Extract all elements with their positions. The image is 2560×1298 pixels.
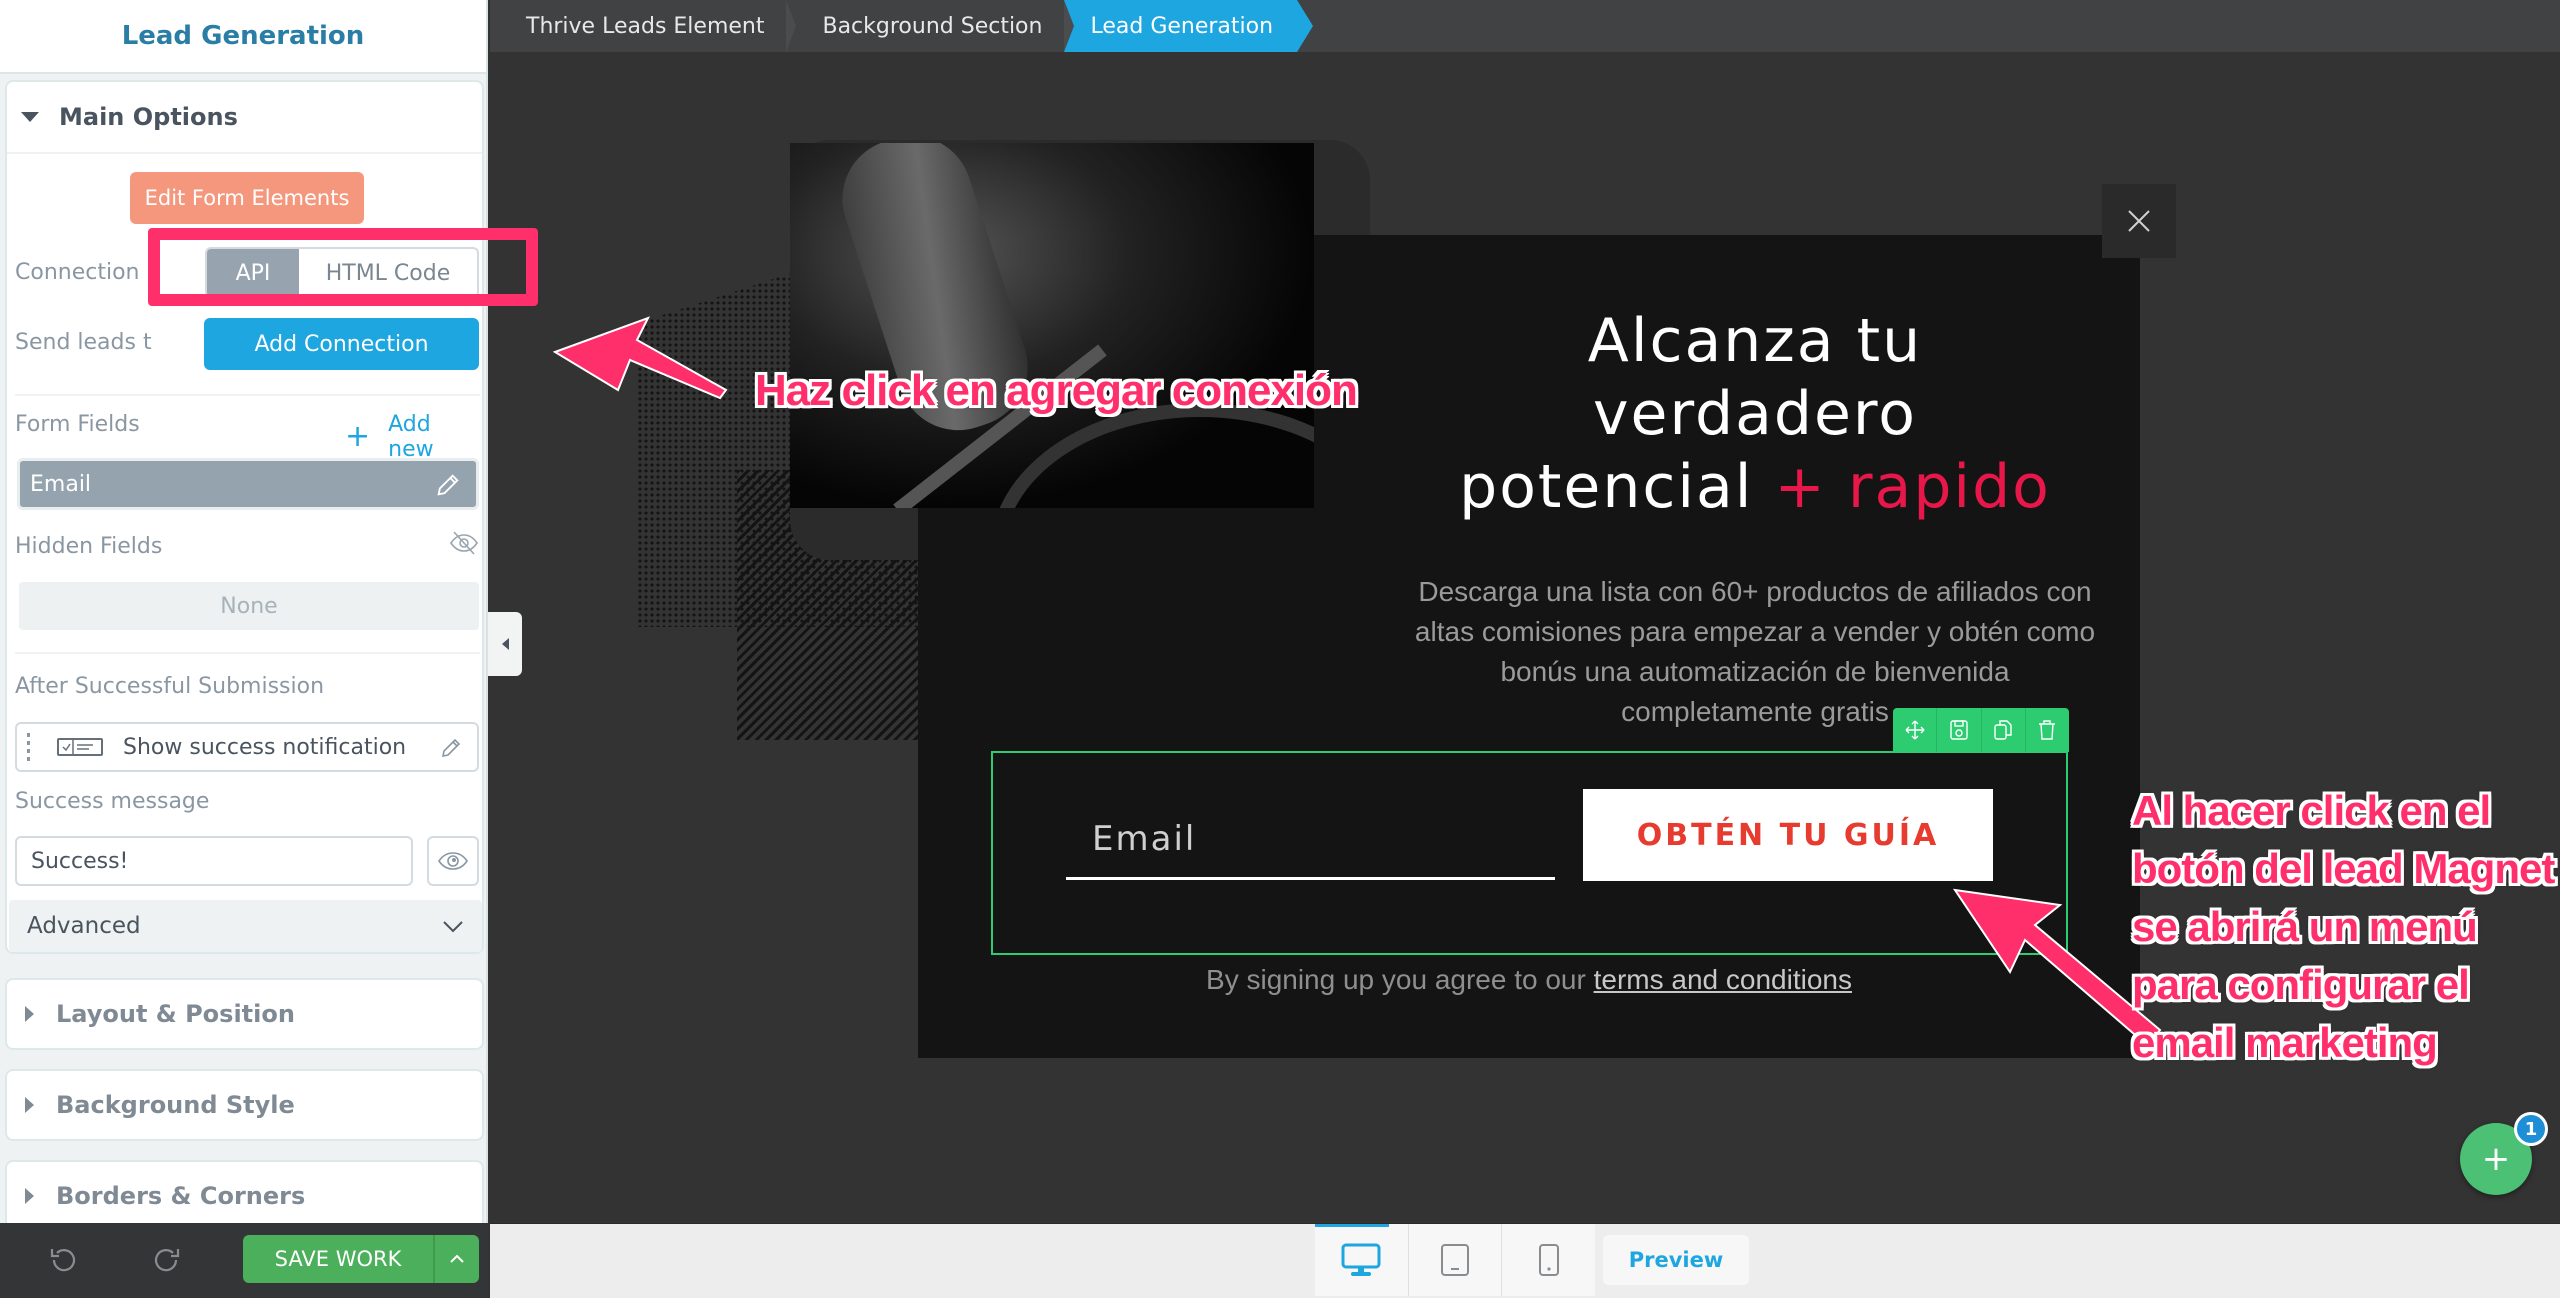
hidden-fields-empty: None bbox=[19, 582, 479, 630]
main-options-title: Main Options bbox=[59, 103, 238, 131]
close-popup-button[interactable] bbox=[2102, 184, 2176, 258]
highlight-fill bbox=[167, 322, 204, 376]
section-layout-position[interactable]: Layout & Position bbox=[5, 978, 484, 1050]
advanced-label: Advanced bbox=[27, 913, 141, 939]
redo-icon[interactable] bbox=[152, 1245, 182, 1279]
edit-form-elements-button[interactable]: Edit Form Elements bbox=[130, 172, 364, 224]
desktop-icon bbox=[1341, 1243, 1381, 1276]
chevron-down-icon bbox=[442, 914, 464, 940]
after-submission-label: After Successful Submission bbox=[15, 674, 325, 699]
after-submission-action-label: Show success notification bbox=[123, 734, 407, 760]
add-new-label: Add new bbox=[388, 412, 434, 462]
edit-pencil-icon[interactable] bbox=[439, 736, 463, 764]
form-fields-label: Form Fields bbox=[15, 412, 140, 437]
email-input[interactable]: Email bbox=[1066, 800, 1555, 880]
collapse-sidebar-handle[interactable] bbox=[488, 612, 522, 676]
save-template-icon[interactable] bbox=[1937, 708, 1982, 752]
drag-handle-icon[interactable] bbox=[27, 733, 31, 761]
app-root: Lead Generation Main Options Edit Form E… bbox=[0, 0, 2560, 1298]
divider bbox=[15, 394, 480, 396]
eye-icon bbox=[438, 852, 468, 870]
annotation-add-connection: Haz click en agregar conexión bbox=[755, 366, 1358, 415]
main-options-header[interactable]: Main Options bbox=[7, 82, 482, 154]
preview-eye-button[interactable] bbox=[427, 836, 479, 886]
section-background-style[interactable]: Background Style bbox=[5, 1069, 484, 1141]
notification-badge: 1 bbox=[2514, 1112, 2548, 1146]
success-message-input[interactable]: Success! bbox=[15, 836, 413, 886]
move-icon[interactable] bbox=[1893, 708, 1938, 752]
eye-slash-icon[interactable] bbox=[449, 530, 479, 560]
section-title: Background Style bbox=[56, 1091, 295, 1119]
undo-icon[interactable] bbox=[48, 1245, 78, 1279]
notification-icon bbox=[57, 738, 103, 756]
add-new-field-button[interactable]: + Add new bbox=[345, 412, 482, 462]
advanced-section-toggle[interactable]: Advanced bbox=[9, 900, 482, 952]
terms-text: By signing up you agree to our terms and… bbox=[918, 964, 2140, 996]
sidebar: Lead Generation Main Options Edit Form E… bbox=[0, 0, 488, 1298]
caret-right-icon bbox=[25, 1097, 34, 1113]
device-switcher bbox=[1315, 1224, 1595, 1296]
section-borders-corners[interactable]: Borders & Corners bbox=[5, 1160, 484, 1232]
caret-left-icon bbox=[501, 638, 509, 650]
headline-line: Alcanza tu bbox=[1587, 306, 1923, 376]
form-field-email[interactable]: Email bbox=[17, 458, 479, 510]
device-mobile-button[interactable] bbox=[1501, 1224, 1595, 1296]
sidebar-title: Lead Generation bbox=[0, 0, 486, 74]
headline-text: potencial bbox=[1459, 452, 1775, 522]
terms-link[interactable]: terms and conditions bbox=[1594, 964, 1852, 995]
cyclist-image bbox=[790, 143, 1314, 508]
section-title: Layout & Position bbox=[56, 1000, 295, 1028]
close-icon bbox=[2128, 210, 2150, 232]
caret-right-icon bbox=[25, 1006, 34, 1022]
success-message-label: Success message bbox=[15, 789, 210, 814]
chevron-up-icon bbox=[450, 1254, 464, 1263]
section-title: Borders & Corners bbox=[56, 1182, 306, 1210]
edit-pencil-icon[interactable] bbox=[434, 471, 462, 505]
annotation-lead-magnet: Al hacer click en el botón del lead Magn… bbox=[2132, 787, 2555, 1066]
breadcrumb-item[interactable]: Thrive Leads Element bbox=[490, 0, 797, 52]
mobile-icon bbox=[1538, 1244, 1559, 1276]
tablet-icon bbox=[1441, 1244, 1469, 1276]
headline-accent: + rapido bbox=[1774, 452, 2051, 522]
device-tablet-button[interactable] bbox=[1407, 1224, 1502, 1296]
hidden-fields-label: Hidden Fields bbox=[15, 534, 163, 559]
sidebar-footer: SAVE WORK bbox=[0, 1223, 488, 1298]
breadcrumb-item[interactable]: Background Section bbox=[786, 0, 1075, 52]
send-leads-label: Send leads t bbox=[15, 330, 152, 355]
device-desktop-button[interactable] bbox=[1315, 1224, 1408, 1296]
headline-line: verdadero bbox=[1593, 379, 1917, 449]
caret-right-icon bbox=[25, 1188, 34, 1204]
terms-prefix: By signing up you agree to our bbox=[1206, 964, 1594, 995]
divider bbox=[15, 652, 480, 654]
breadcrumb: Thrive Leads Element Background Section … bbox=[490, 0, 2560, 52]
device-bar: Preview bbox=[490, 1223, 2560, 1298]
headline-line: potencial + rapido bbox=[1380, 451, 2130, 524]
duplicate-icon[interactable] bbox=[1982, 708, 2026, 752]
annotation-highlight-box bbox=[148, 228, 538, 306]
after-submission-action[interactable]: Show success notification bbox=[15, 722, 479, 772]
main-options-panel: Main Options Edit Form Elements Connecti… bbox=[5, 80, 484, 954]
form-field-label: Email bbox=[30, 471, 92, 497]
caret-down-icon bbox=[21, 112, 39, 122]
save-work-button[interactable]: SAVE WORK bbox=[243, 1235, 433, 1283]
element-toolbar bbox=[1893, 708, 2069, 752]
save-options-button[interactable] bbox=[433, 1235, 479, 1283]
plus-icon: + bbox=[345, 419, 371, 454]
add-connection-button[interactable]: Add Connection bbox=[204, 318, 479, 370]
breadcrumb-item-active[interactable]: Lead Generation bbox=[1064, 0, 1313, 52]
trash-icon[interactable] bbox=[2026, 708, 2069, 752]
get-guide-button[interactable]: OBTÉN TU GUÍA bbox=[1583, 789, 1993, 881]
connection-label: Connection bbox=[15, 260, 140, 285]
popup-headline: Alcanza tu verdadero potencial + rapido bbox=[1380, 305, 2130, 524]
preview-button[interactable]: Preview bbox=[1603, 1235, 1749, 1285]
